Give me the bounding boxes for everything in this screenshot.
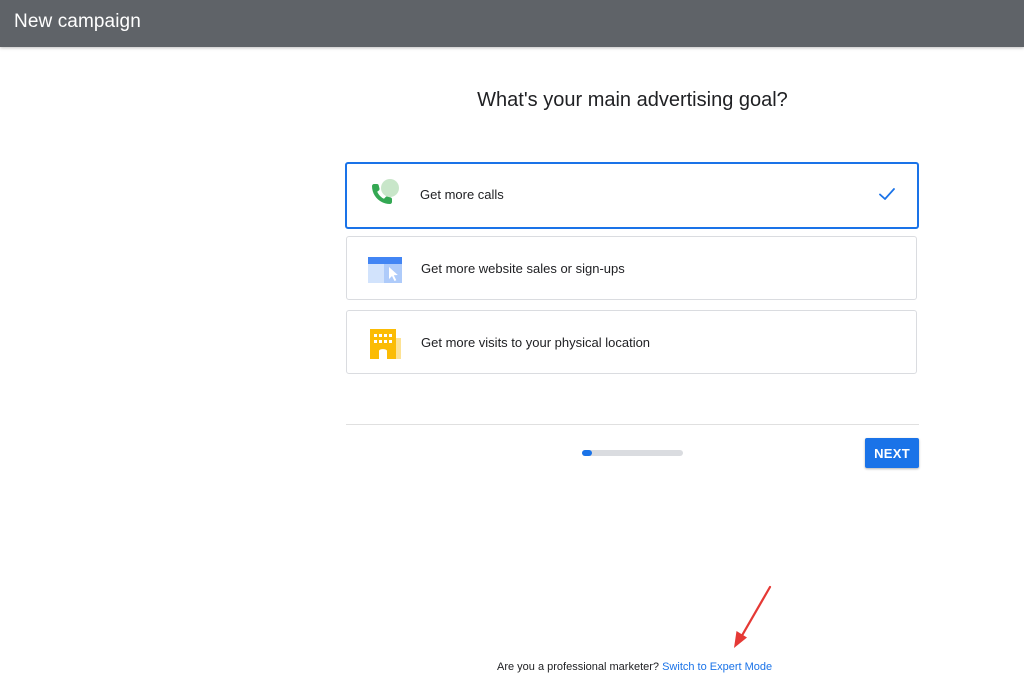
checkmark-icon bbox=[877, 184, 897, 204]
section-divider bbox=[346, 424, 919, 425]
goal-option-website-sales[interactable]: Get more website sales or sign-ups bbox=[346, 236, 917, 300]
phone-call-icon bbox=[366, 177, 402, 213]
expert-mode-prompt: Are you a professional marketer? bbox=[497, 661, 660, 673]
goal-option-physical-visits[interactable]: Get more visits to your physical locatio… bbox=[346, 310, 917, 374]
expert-mode-footer: Are you a professional marketer? Switch … bbox=[497, 661, 772, 673]
goal-question-heading: What's your main advertising goal? bbox=[477, 89, 788, 111]
goal-option-label: Get more website sales or sign-ups bbox=[421, 261, 625, 276]
page-title: New campaign bbox=[14, 11, 141, 32]
top-app-bar: New campaign bbox=[0, 0, 1024, 47]
goal-option-calls[interactable]: Get more calls bbox=[345, 162, 919, 229]
storefront-building-icon bbox=[367, 325, 403, 361]
switch-to-expert-mode-link[interactable]: Switch to Expert Mode bbox=[662, 661, 772, 673]
step-progress-bar bbox=[582, 450, 683, 456]
goal-option-label: Get more calls bbox=[420, 187, 504, 202]
next-button[interactable]: NEXT bbox=[865, 438, 919, 468]
red-arrow-annotation bbox=[734, 585, 772, 648]
step-progress-fill bbox=[582, 450, 592, 456]
website-cursor-icon bbox=[367, 251, 403, 287]
goal-option-label: Get more visits to your physical locatio… bbox=[421, 335, 651, 350]
